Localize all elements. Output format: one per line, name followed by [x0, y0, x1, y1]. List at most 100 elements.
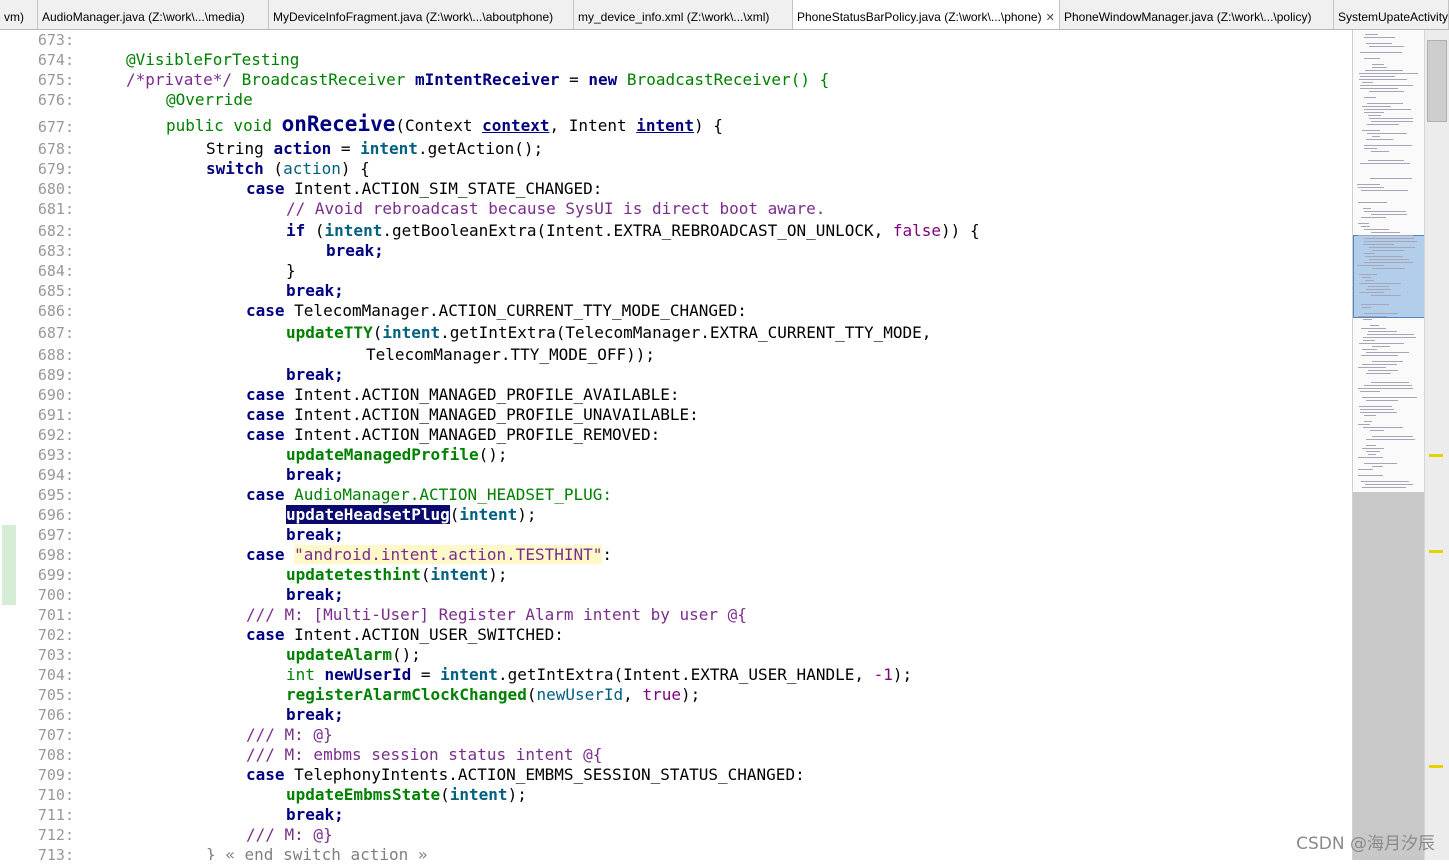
code-line: break; [286, 281, 344, 301]
minimap-line [1366, 289, 1391, 290]
close-icon[interactable]: ✕ [1046, 12, 1055, 24]
code-line: @VisibleForTesting [126, 50, 299, 70]
minimap-line [1358, 475, 1383, 476]
tab-label: my_device_info.xml (Z:\work\...\xml) [578, 10, 770, 24]
minimap-line [1368, 286, 1389, 287]
line-number: 699: [37, 566, 74, 584]
selected-method-call[interactable]: updateHeadsetPlug [286, 505, 450, 524]
line-number: 709: [37, 766, 74, 784]
literal: false [892, 221, 942, 240]
editor-tab-bar: vm) AudioManager.java (Z:\work\...\media… [0, 0, 1449, 30]
minimap-line [1371, 121, 1413, 122]
minimap-line [1366, 352, 1409, 353]
tab-audiomanager[interactable]: AudioManager.java (Z:\work\...\media) [38, 0, 269, 29]
field-name: mIntentReceiver [414, 70, 560, 89]
comment: // Avoid rebroadcast because SysUI is di… [286, 199, 826, 218]
tab-phonewindowmanager[interactable]: PhoneWindowManager.java (Z:\work\...\pol… [1060, 0, 1334, 29]
code-editor[interactable]: @VisibleForTesting /*private*/ Broadcast… [86, 30, 1352, 860]
line-number: 674: [37, 51, 74, 69]
code-minimap[interactable] [1352, 30, 1425, 860]
minimap-line [1358, 424, 1370, 425]
punctuation: ( [305, 221, 325, 240]
case-label: Intent.ACTION_MANAGED_PROFILE_AVAILABLE: [284, 385, 680, 404]
minimap-line [1362, 487, 1406, 488]
string-literal: "android.intent.action.TESTHINT" [294, 545, 603, 564]
method-name[interactable]: onReceive [282, 112, 396, 136]
minimap-line [1358, 223, 1369, 224]
minimap-line [1366, 445, 1376, 446]
variable: intent [430, 565, 489, 584]
keyword: case [246, 765, 285, 784]
tab-my-device-info-xml[interactable]: my_device_info.xml (Z:\work\...\xml) [574, 0, 793, 29]
minimap-line [1362, 397, 1417, 398]
method-call: registerAlarmClockChanged [286, 685, 527, 704]
line-number: 698: [37, 546, 74, 564]
code-line: switch (action) { [206, 159, 370, 179]
minimap-line [1364, 262, 1413, 263]
minimap-line [1372, 250, 1404, 251]
minimap-line [1363, 427, 1403, 428]
minimap-line [1366, 439, 1415, 440]
line-number: 711: [37, 806, 74, 824]
minimap-line [1357, 265, 1384, 266]
code-line: case Intent.ACTION_MANAGED_PROFILE_REMOV… [246, 425, 660, 445]
method-call: updateEmbmsState [286, 785, 441, 804]
code-line: updateManagedProfile(); [286, 445, 508, 465]
tab-vm[interactable]: vm) [0, 0, 38, 29]
line-number: 706: [37, 706, 74, 724]
minimap-line [1363, 319, 1372, 320]
code-line: case AudioManager.ACTION_HEADSET_PLUG: [246, 485, 612, 505]
minimap-line [1366, 43, 1392, 44]
tab-systemupateactivity[interactable]: SystemUpateActivity [1334, 0, 1449, 29]
minimap-line [1362, 106, 1391, 107]
line-number: 703: [37, 646, 74, 664]
line-number: 682: [37, 222, 74, 240]
variable: newUserId [536, 685, 624, 704]
minimap-line [1362, 307, 1371, 308]
code-line: updateHeadsetPlug(intent); [286, 505, 536, 525]
code-line: case Intent.ACTION_MANAGED_PROFILE_UNAVA… [246, 405, 699, 425]
code-line: break; [286, 805, 344, 825]
minimap-line [1364, 238, 1414, 239]
minimap-line [1358, 202, 1387, 203]
minimap-line [1372, 64, 1384, 65]
method-call: .getAction(); [417, 139, 544, 158]
minimap-line [1371, 295, 1401, 296]
minimap-line [1369, 247, 1415, 248]
punctuation: } [286, 261, 296, 280]
minimap-line [1360, 391, 1380, 392]
fold-hint: } « end switch action » [206, 845, 428, 860]
minimap-line [1362, 349, 1377, 350]
minimap-line [1364, 229, 1389, 230]
line-number: 704: [37, 666, 74, 684]
variable: action [273, 139, 332, 158]
tab-label: vm) [4, 10, 24, 24]
keyword: new [588, 70, 618, 89]
scrollbar-thumb[interactable] [1427, 40, 1447, 122]
minimap-line [1368, 331, 1397, 332]
minimap-line [1364, 112, 1384, 113]
literal: true [642, 685, 681, 704]
param-name: intent [636, 116, 695, 135]
minimap-line [1364, 109, 1411, 110]
keyword: break; [286, 805, 344, 824]
minimap-line [1367, 103, 1403, 104]
minimap-line [1366, 400, 1398, 401]
code-line: TelecomManager.TTY_MODE_OFF)); [366, 345, 655, 365]
tab-label: AudioManager.java (Z:\work\...\media) [42, 10, 245, 24]
literal: -1 [873, 665, 893, 684]
vertical-scrollbar[interactable] [1424, 30, 1449, 860]
tab-mydeviceinfofragment[interactable]: MyDeviceInfoFragment.java (Z:\work\...\a… [269, 0, 574, 29]
line-number: 686: [37, 302, 74, 320]
tab-phonestatusbarpolicy[interactable]: PhoneStatusBarPolicy.java (Z:\work\...\p… [793, 0, 1060, 29]
minimap-line [1359, 79, 1407, 80]
code-line: break; [286, 525, 344, 545]
minimap-line [1364, 211, 1406, 212]
minimap-line [1364, 313, 1398, 314]
punctuation: (); [478, 445, 508, 464]
minimap-line [1361, 190, 1408, 191]
keyword: break; [286, 365, 344, 384]
line-number: 676: [37, 91, 74, 109]
minimap-line [1362, 364, 1397, 365]
variable: intent [382, 323, 441, 342]
